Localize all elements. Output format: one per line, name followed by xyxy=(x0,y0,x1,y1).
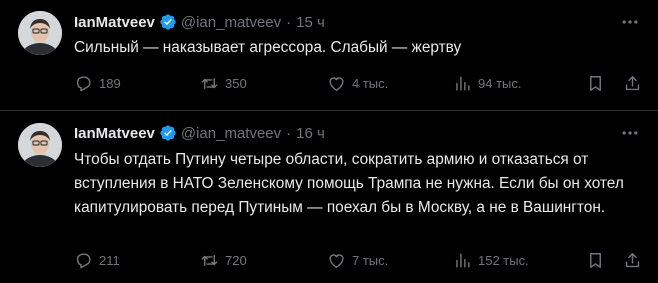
views-icon xyxy=(456,252,470,268)
more-icon xyxy=(622,20,638,24)
retweet-button[interactable]: 720 xyxy=(200,249,247,271)
separator: · xyxy=(286,13,292,31)
retweet-icon xyxy=(201,77,218,89)
timestamp[interactable]: 16 ч xyxy=(296,125,325,142)
author-name[interactable]: IanMatveev xyxy=(74,125,155,142)
reply-icon xyxy=(76,75,91,91)
like-button[interactable]: 7 тыс. xyxy=(327,249,388,271)
like-icon xyxy=(329,76,344,91)
like-button[interactable]: 4 тыс. xyxy=(327,72,388,94)
retweet-icon xyxy=(201,254,218,266)
like-count: 4 тыс. xyxy=(352,75,389,91)
author-handle[interactable]: @ian_matveev xyxy=(181,14,281,31)
tweet-text: Чтобы отдать Путину четыре области, сокр… xyxy=(74,151,624,216)
retweet-count: 720 xyxy=(225,252,247,268)
avatar-portrait-icon xyxy=(18,11,62,55)
views-count: 152 тыс. xyxy=(478,252,529,268)
tweet-actions: 211 720 7 тыс. 152 тыс. xyxy=(74,249,644,271)
tweet[interactable]: IanMatveev @ian_matveev · 16 ч Чтобы отд… xyxy=(0,111,658,283)
views-button[interactable]: 152 тыс. xyxy=(453,249,529,271)
author-name[interactable]: IanMatveev xyxy=(74,14,155,31)
like-icon xyxy=(329,253,344,268)
bookmark-button[interactable] xyxy=(586,249,605,271)
bookmark-button[interactable] xyxy=(586,72,605,94)
retweet-button[interactable]: 350 xyxy=(200,72,247,94)
verified-badge-icon xyxy=(160,125,176,141)
like-count: 7 тыс. xyxy=(352,252,389,268)
tweet-text: Сильный — наказывает агрессора. Слабый —… xyxy=(74,39,462,56)
more-options-button[interactable] xyxy=(620,12,640,32)
avatar-portrait-icon xyxy=(18,123,62,167)
reply-icon xyxy=(76,252,91,268)
reply-button[interactable]: 211 xyxy=(74,249,120,271)
share-button[interactable] xyxy=(623,72,642,94)
retweet-count: 350 xyxy=(225,75,247,91)
tweet-header: IanMatveev @ian_matveev · 15 ч xyxy=(74,11,325,33)
share-icon xyxy=(625,75,640,90)
verified-badge-icon xyxy=(160,14,176,30)
reply-count: 189 xyxy=(99,75,121,91)
tweet[interactable]: IanMatveev @ian_matveev · 15 ч Сильный —… xyxy=(0,0,658,111)
views-count: 94 тыс. xyxy=(478,75,522,91)
author-handle[interactable]: @ian_matveev xyxy=(181,125,281,142)
timestamp[interactable]: 15 ч xyxy=(296,14,325,31)
tweet-header: IanMatveev @ian_matveev · 16 ч xyxy=(74,122,325,144)
views-button[interactable]: 94 тыс. xyxy=(453,72,521,94)
share-button[interactable] xyxy=(623,249,642,271)
reply-button[interactable]: 189 xyxy=(74,72,121,94)
more-options-button[interactable] xyxy=(620,123,640,143)
separator: · xyxy=(286,124,292,142)
avatar[interactable] xyxy=(18,11,62,55)
avatar[interactable] xyxy=(18,123,62,167)
tweet-actions: 189 350 4 тыс. 94 тыс. xyxy=(74,72,644,94)
more-icon xyxy=(622,131,638,135)
bookmark-icon xyxy=(590,252,601,268)
bookmark-icon xyxy=(590,75,601,91)
reply-count: 211 xyxy=(99,252,120,268)
share-icon xyxy=(625,252,640,267)
views-icon xyxy=(456,75,470,91)
